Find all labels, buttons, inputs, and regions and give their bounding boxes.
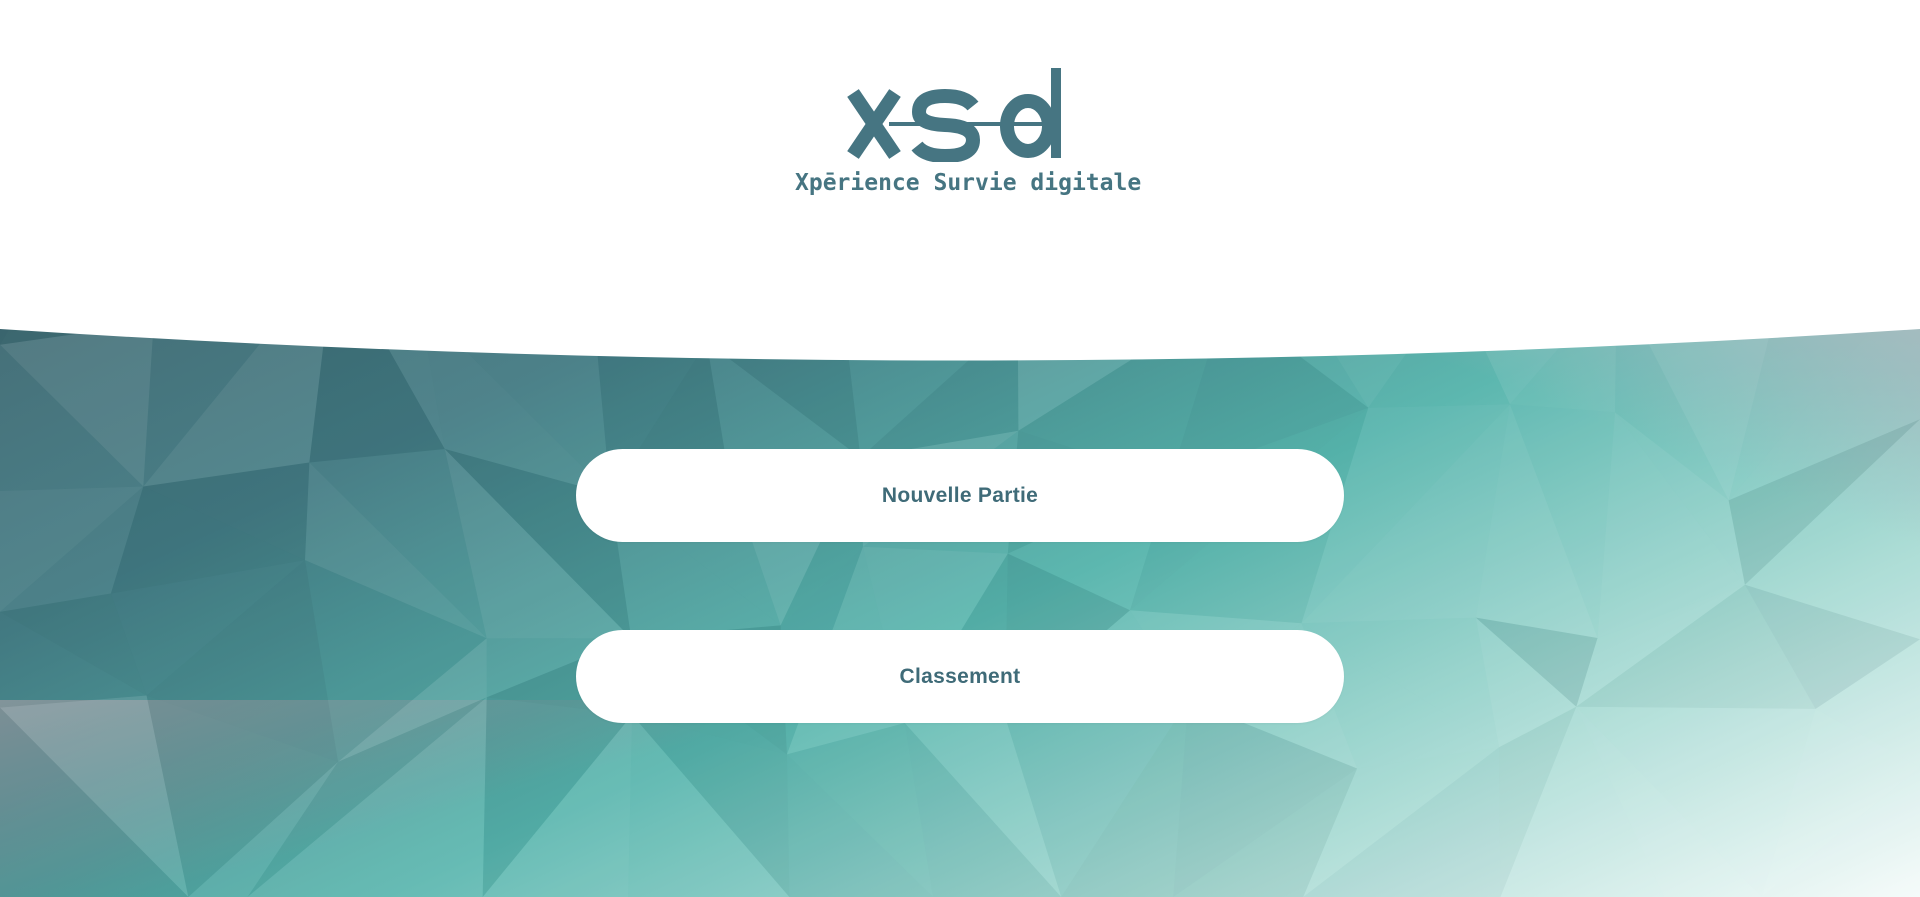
- new-game-button[interactable]: Nouvelle Partie: [576, 449, 1344, 542]
- xsd-logo-mark: [847, 68, 1061, 162]
- app-root: Xpērience Survie digitale Nouvelle Parti…: [0, 0, 1920, 897]
- brand-tagline: Xpērience Survie digitale: [795, 170, 1142, 196]
- leaderboard-button[interactable]: Classement: [576, 630, 1344, 723]
- main-menu: Nouvelle Partie Classement: [576, 449, 1344, 723]
- brand-logo: Xpērience Survie digitale: [795, 62, 1142, 212]
